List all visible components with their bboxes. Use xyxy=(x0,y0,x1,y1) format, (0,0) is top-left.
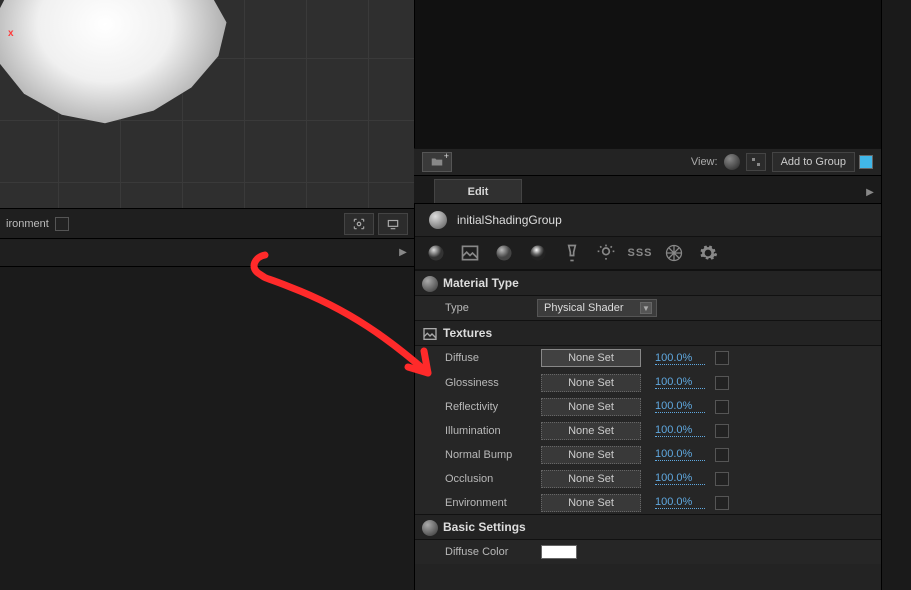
texture-opacity-value[interactable]: 100.0% xyxy=(655,496,705,509)
texture-slot-button[interactable]: None Set xyxy=(541,494,641,512)
image-icon[interactable] xyxy=(459,242,481,264)
texture-color-swatch[interactable] xyxy=(715,472,729,486)
view-sphere-icon[interactable] xyxy=(724,154,740,170)
texture-color-swatch[interactable] xyxy=(715,376,729,390)
row-diffuse-color: Diffuse Color xyxy=(415,540,881,564)
gizmo-x-axis: x xyxy=(8,28,14,39)
section-basic-settings: Basic Settings Diffuse Color xyxy=(415,514,881,564)
texture-label: Environment xyxy=(445,497,541,509)
diffuse-color-swatch[interactable] xyxy=(541,545,577,559)
texture-row-diffuse: DiffuseNone Set 100.0% xyxy=(415,346,881,370)
section-textures: Textures DiffuseNone Set100.0%Glossiness… xyxy=(415,320,881,514)
viewport-frame-button[interactable] xyxy=(344,213,374,235)
texture-opacity-value[interactable]: 100.0% xyxy=(655,448,705,461)
texture-slot-button[interactable]: None Set xyxy=(541,422,641,440)
sphere-chrome-icon[interactable] xyxy=(527,242,549,264)
lower-left-toolbar: ▶ xyxy=(0,239,414,267)
texture-opacity-value[interactable]: 100.0% xyxy=(655,400,705,413)
environment-color-swatch[interactable] xyxy=(55,217,69,231)
type-dropdown-value: Physical Shader xyxy=(544,302,624,314)
texture-label: Diffuse xyxy=(445,352,541,364)
properties-panel: initialShadingGroup SSS xyxy=(414,204,881,590)
texture-label: Glossiness xyxy=(445,377,541,389)
section-header-material-type[interactable]: Material Type xyxy=(415,270,881,296)
gear-icon[interactable] xyxy=(697,242,719,264)
section-header-textures[interactable]: Textures xyxy=(415,320,881,346)
texture-opacity-value[interactable]: 100.0% xyxy=(655,424,705,437)
material-ball-icon xyxy=(429,211,447,229)
right-scroll-gutter[interactable] xyxy=(881,0,911,590)
tab-edit-label: Edit xyxy=(468,186,489,198)
texture-slot-button[interactable]: None Set xyxy=(541,374,641,392)
light-icon[interactable] xyxy=(595,242,617,264)
chevron-down-icon: ▼ xyxy=(640,302,652,314)
section-title-textures: Textures xyxy=(443,326,492,340)
texture-row-environment: EnvironmentNone Set 100.0% xyxy=(415,490,881,514)
texture-color-swatch[interactable] xyxy=(715,351,729,365)
material-name: initialShadingGroup xyxy=(457,213,562,227)
texture-slot-button[interactable]: None Set xyxy=(541,349,641,367)
viewport-toolbar: ironment xyxy=(0,208,414,238)
section-title-basic-settings: Basic Settings xyxy=(443,520,526,534)
tab-scroll-right-icon[interactable]: ▶ xyxy=(859,181,881,203)
texture-row-illumination: IlluminationNone Set 100.0% xyxy=(415,418,881,442)
geodesic-icon[interactable] xyxy=(663,242,685,264)
viewport-display-button[interactable] xyxy=(378,213,408,235)
type-dropdown[interactable]: Physical Shader ▼ xyxy=(537,299,657,317)
texture-color-swatch[interactable] xyxy=(715,448,729,462)
section-title-material-type: Material Type xyxy=(443,276,519,290)
diffuse-color-label: Diffuse Color xyxy=(445,546,541,558)
group-color-swatch[interactable] xyxy=(859,155,873,169)
texture-opacity-value[interactable]: 100.0% xyxy=(655,376,705,389)
image-icon xyxy=(421,325,439,343)
properties-tabstrip: Edit ▶ xyxy=(414,176,881,204)
texture-opacity-value[interactable]: 100.0% xyxy=(655,352,705,365)
open-folder-button[interactable]: + xyxy=(422,152,452,172)
texture-label: Reflectivity xyxy=(445,401,541,413)
sphere-icon xyxy=(422,276,438,292)
material-category-iconbar: SSS xyxy=(415,236,881,270)
view-label: View: xyxy=(691,156,718,168)
lower-left-panel: ▶ xyxy=(0,238,414,590)
texture-color-swatch[interactable] xyxy=(715,496,729,510)
texture-slot-button[interactable]: None Set xyxy=(541,398,641,416)
material-name-row: initialShadingGroup xyxy=(415,204,881,236)
texture-label: Normal Bump xyxy=(445,449,541,461)
type-label: Type xyxy=(445,302,537,314)
row-type: Type Physical Shader ▼ xyxy=(415,296,881,320)
sphere-shaded-icon[interactable] xyxy=(425,242,447,264)
texture-color-swatch[interactable] xyxy=(715,424,729,438)
add-to-group-label: Add to Group xyxy=(781,156,846,168)
material-preview-pane xyxy=(414,0,881,148)
add-to-group-button[interactable]: Add to Group xyxy=(772,152,855,172)
texture-color-swatch[interactable] xyxy=(715,400,729,414)
panel-expand-right-icon[interactable]: ▶ xyxy=(392,242,414,264)
sphere-icon xyxy=(422,520,438,536)
preview-toolbar: + View: Add to Group xyxy=(414,148,881,176)
texture-row-glossiness: GlossinessNone Set 100.0% xyxy=(415,370,881,394)
sphere-grey-icon[interactable] xyxy=(493,242,515,264)
section-header-basic-settings[interactable]: Basic Settings xyxy=(415,514,881,540)
texture-slot-button[interactable]: None Set xyxy=(541,446,641,464)
tab-edit[interactable]: Edit xyxy=(434,179,522,203)
texture-opacity-value[interactable]: 100.0% xyxy=(655,472,705,485)
environment-label: ironment xyxy=(6,218,49,230)
texture-label: Occlusion xyxy=(445,473,541,485)
viewport-3d[interactable]: x xyxy=(0,0,414,208)
texture-row-reflectivity: ReflectivityNone Set 100.0% xyxy=(415,394,881,418)
texture-row-normal-bump: Normal BumpNone Set 100.0% xyxy=(415,442,881,466)
view-link-button[interactable] xyxy=(746,153,766,171)
texture-row-occlusion: OcclusionNone Set 100.0% xyxy=(415,466,881,490)
section-material-type: Material Type Type Physical Shader ▼ xyxy=(415,270,881,320)
texture-slot-button[interactable]: None Set xyxy=(541,470,641,488)
sss-icon[interactable]: SSS xyxy=(629,242,651,264)
texture-label: Illumination xyxy=(445,425,541,437)
glass-icon[interactable] xyxy=(561,242,583,264)
